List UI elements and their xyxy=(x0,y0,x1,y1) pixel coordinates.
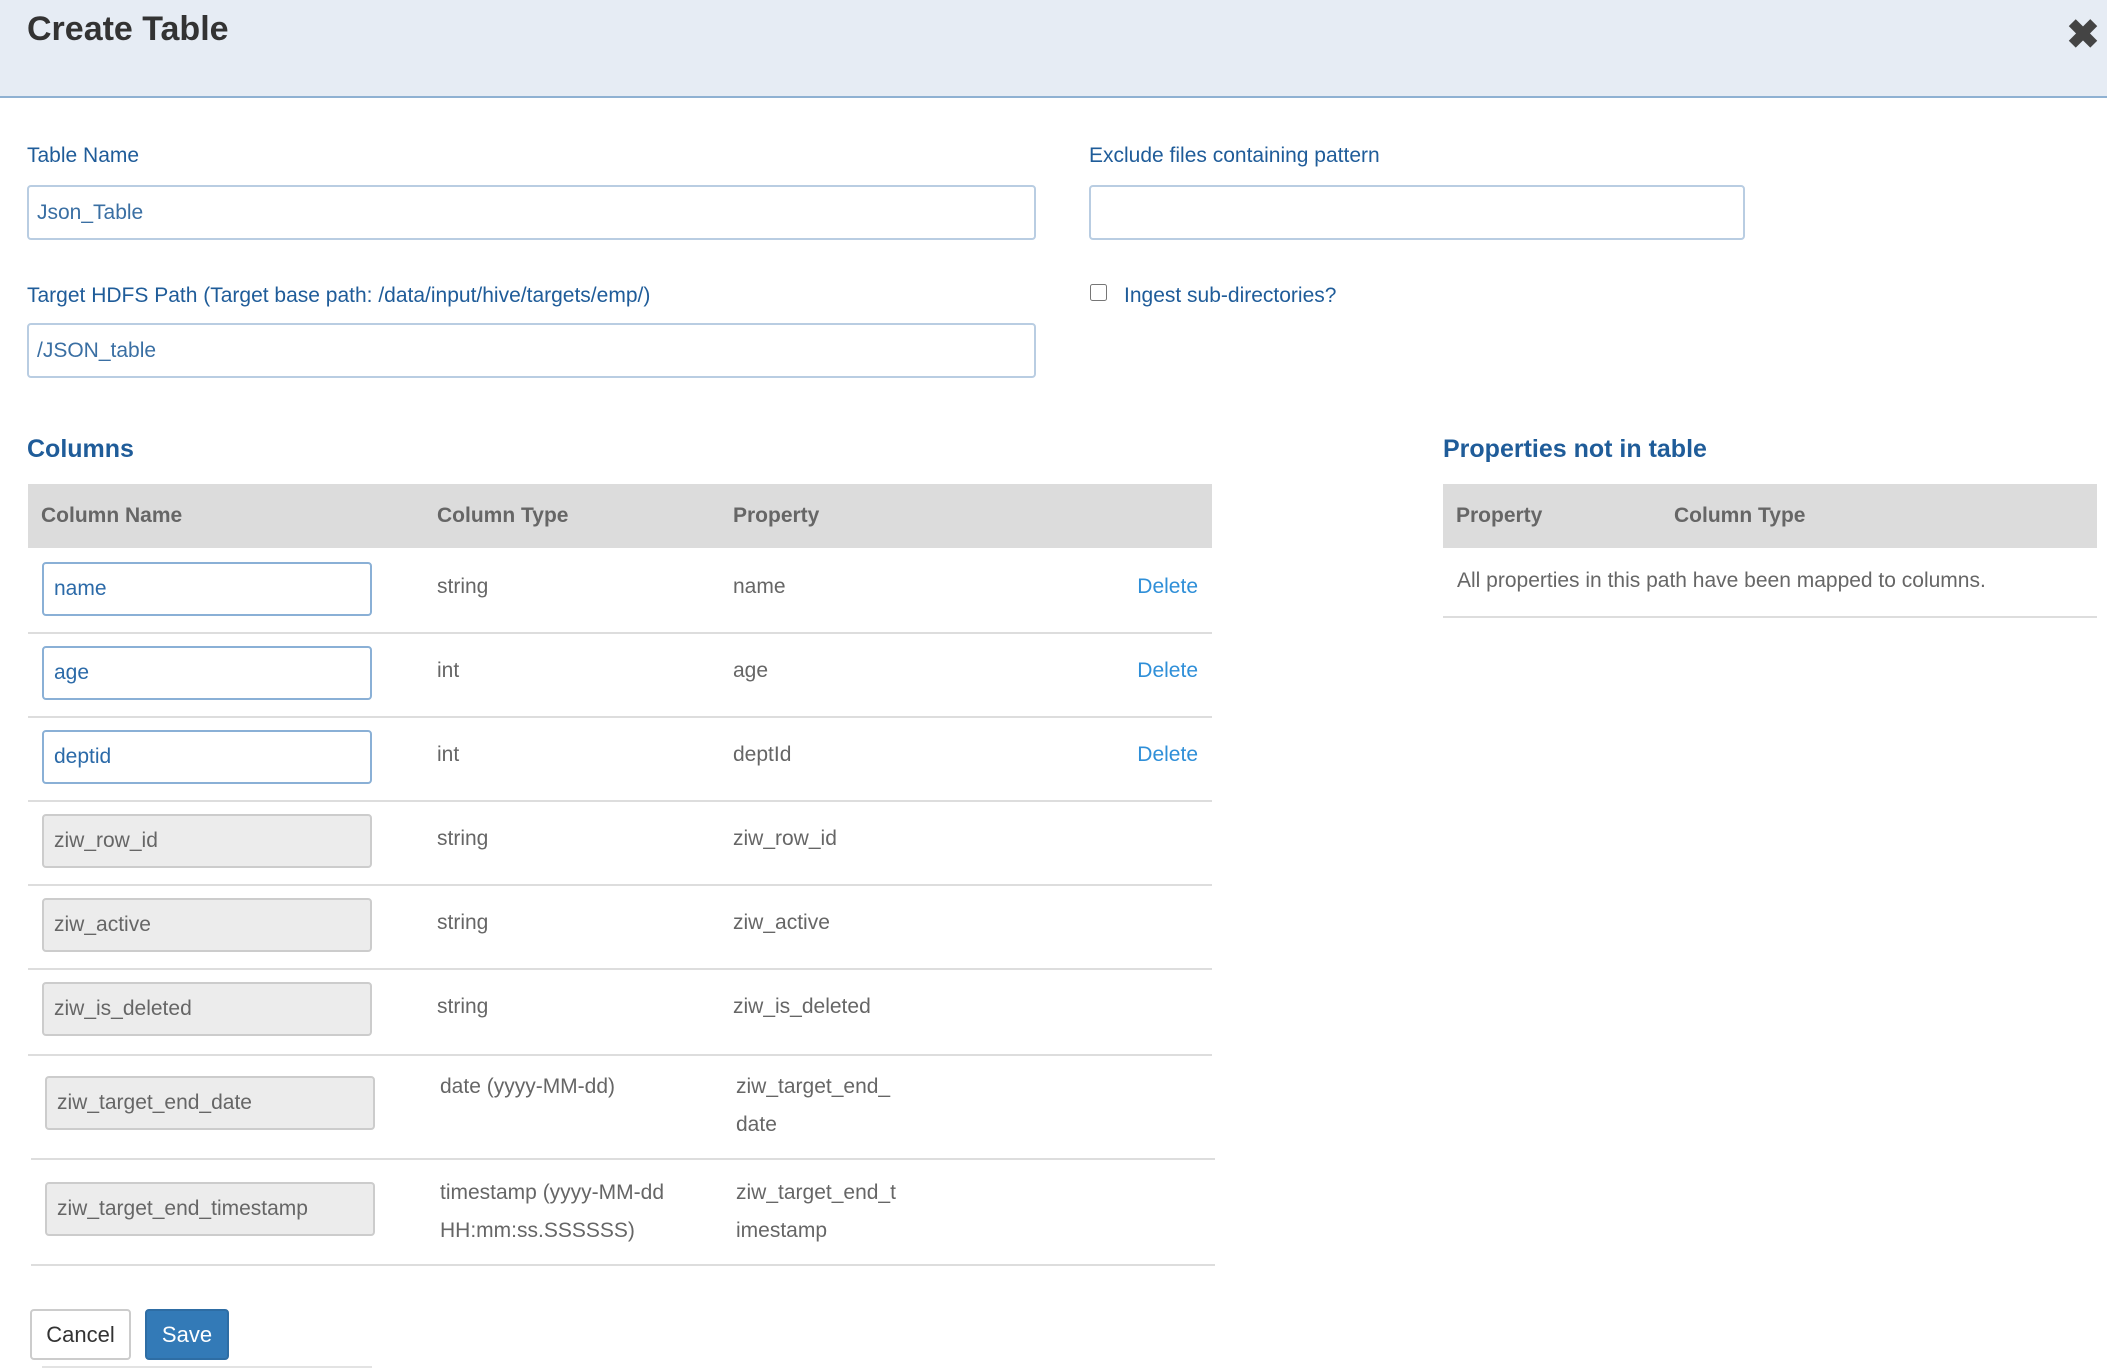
table-row: int deptId Delete xyxy=(28,718,1212,802)
columns-table-header: Column Name Column Type Property xyxy=(28,484,1212,548)
property-cell: ziw_target_end_ date xyxy=(736,1075,891,1136)
exclude-pattern-input[interactable] xyxy=(1089,185,1745,240)
table-row: string ziw_active xyxy=(28,886,1212,970)
table-row: int age Delete xyxy=(28,634,1212,718)
exclude-pattern-label: Exclude files containing pattern xyxy=(1089,144,1380,167)
column-type-cell: string xyxy=(437,995,489,1018)
column-type-cell: int xyxy=(437,659,460,682)
column-type-cell: timestamp (yyyy-MM-dd HH:mm:ss.SSSSSS) xyxy=(440,1181,665,1242)
property-cell: ziw_active xyxy=(733,911,830,934)
modal-title: Create Table xyxy=(27,10,229,48)
table-name-input[interactable] xyxy=(27,185,1036,240)
column-name-input xyxy=(42,898,372,952)
column-type-header: Column Type xyxy=(437,504,569,527)
delete-link[interactable]: Delete xyxy=(1137,736,1198,774)
column-type-cell: date (yyyy-MM-dd) xyxy=(440,1075,616,1098)
columns-title: Columns xyxy=(27,435,134,463)
properties-empty-message: All properties in this path have been ma… xyxy=(1457,569,1986,592)
ingest-subdirs-checkbox[interactable] xyxy=(1090,284,1107,301)
table-row: string ziw_is_deleted xyxy=(28,970,1212,1056)
column-name-input xyxy=(42,982,372,1036)
property-header: Property xyxy=(733,504,820,527)
target-path-label: Target HDFS Path (Target base path: /dat… xyxy=(27,284,651,307)
delete-link[interactable]: Delete xyxy=(1137,652,1198,690)
divider xyxy=(42,1366,372,1368)
property-header: Property xyxy=(1456,504,1543,527)
properties-empty-row: All properties in this path have been ma… xyxy=(1443,552,2097,618)
column-name-input xyxy=(45,1182,375,1236)
property-cell: ziw_row_id xyxy=(733,827,837,850)
column-name-input[interactable] xyxy=(42,562,372,616)
column-name-input xyxy=(45,1076,375,1130)
column-name-header: Column Name xyxy=(41,504,183,527)
properties-table-header: Property Column Type xyxy=(1443,484,2097,548)
column-name-input xyxy=(42,814,372,868)
table-row: string name Delete xyxy=(28,550,1212,634)
delete-link[interactable]: Delete xyxy=(1137,568,1198,606)
column-name-input[interactable] xyxy=(42,730,372,784)
ingest-subdirs-label: Ingest sub-directories? xyxy=(1124,284,1337,307)
create-table-modal: Create Table ✖ Table Name Exclude files … xyxy=(0,0,2107,1371)
column-type-cell: string xyxy=(437,911,489,934)
table-name-label: Table Name xyxy=(27,144,140,167)
target-path-input[interactable] xyxy=(27,323,1036,378)
property-cell: deptId xyxy=(733,743,792,766)
table-row: date (yyyy-MM-dd) ziw_target_end_ date xyxy=(31,1054,1215,1160)
column-name-input[interactable] xyxy=(42,646,372,700)
cancel-button[interactable]: Cancel xyxy=(30,1309,131,1360)
column-type-header: Column Type xyxy=(1674,504,1806,527)
table-row: timestamp (yyyy-MM-dd HH:mm:ss.SSSSSS) zi… xyxy=(31,1160,1215,1266)
close-icon[interactable]: ✖ xyxy=(2064,15,2102,55)
table-row: string ziw_row_id xyxy=(28,802,1212,886)
properties-panel-title: Properties not in table xyxy=(1443,435,1707,463)
column-type-cell: string xyxy=(437,575,489,598)
save-button[interactable]: Save xyxy=(145,1309,229,1360)
property-cell: ziw_target_end_t imestamp xyxy=(736,1181,896,1242)
column-type-cell: string xyxy=(437,827,489,850)
property-cell: age xyxy=(733,659,769,682)
column-type-cell: int xyxy=(437,743,460,766)
property-cell: ziw_is_deleted xyxy=(733,995,871,1018)
property-cell: name xyxy=(733,575,786,598)
modal-header: Create Table ✖ xyxy=(0,0,2107,98)
